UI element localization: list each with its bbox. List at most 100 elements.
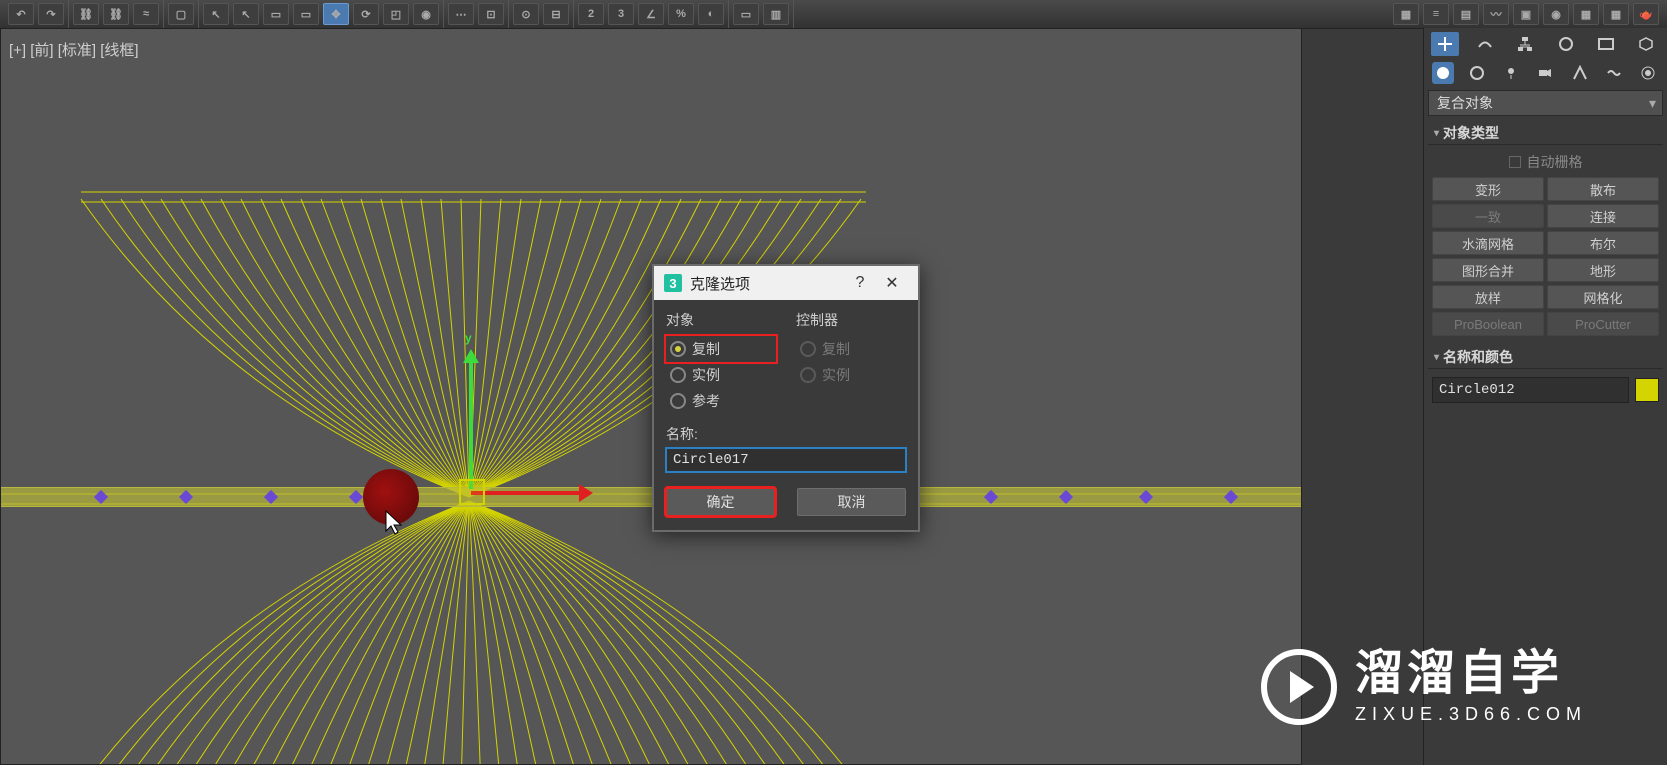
caret-icon: ▾: [1434, 128, 1439, 139]
autogrid-checkbox[interactable]: 自动栅格: [1430, 149, 1661, 175]
tool-manip[interactable]: ⊙: [513, 3, 539, 25]
btn-morph[interactable]: 变形: [1432, 177, 1544, 201]
subcategory-dropdown[interactable]: 复合对象: [1428, 90, 1663, 116]
watermark-url: ZIXUE.3D66.COM: [1355, 704, 1587, 725]
object-section-label: 对象: [666, 310, 776, 330]
tool-bind[interactable]: ≈: [133, 3, 159, 25]
tool-material[interactable]: ◉: [1543, 3, 1569, 25]
snap-percent[interactable]: %: [668, 3, 694, 25]
name-label: 名称:: [666, 424, 906, 444]
tool-rotate[interactable]: ⟳: [353, 3, 379, 25]
snap-2d[interactable]: 2: [578, 3, 604, 25]
tool-mirror[interactable]: ▥: [763, 3, 789, 25]
snap-spinner[interactable]: ◐: [698, 3, 724, 25]
tool-render-setup[interactable]: ▦: [1573, 3, 1599, 25]
checkbox-icon: [1509, 156, 1521, 168]
cursor-arrow-icon: [384, 509, 404, 535]
tool-cursor[interactable]: ↖: [203, 3, 229, 25]
btn-conform[interactable]: 一致: [1432, 204, 1544, 228]
cat-spacewarps[interactable]: [1603, 62, 1625, 84]
tool-render[interactable]: 🫖: [1633, 3, 1659, 25]
viewport-front[interactable]: [+] [前] [标准] [线框]: [0, 28, 1302, 765]
main-toolbar: ↶↷ ⛓⛓≈ ▢ ↖↖▭▭✥⟳◰◉ ⋯⊡ ⊙⊟ 23∠%◐ ▭▥ ▦≡▤〰▣◉▦…: [0, 0, 1667, 29]
tool-scale[interactable]: ◰: [383, 3, 409, 25]
tool-undo[interactable]: ↶: [8, 3, 34, 25]
btn-proboolean[interactable]: ProBoolean: [1432, 312, 1544, 336]
tool-redo[interactable]: ↷: [38, 3, 64, 25]
tool-named-sel[interactable]: ▭: [733, 3, 759, 25]
tool-select[interactable]: ▢: [168, 3, 194, 25]
command-tabs: [1428, 32, 1663, 56]
radio-copy[interactable]: 复制: [664, 334, 778, 364]
btn-terrain[interactable]: 地形: [1547, 258, 1659, 282]
radio-icon: [670, 341, 686, 357]
cat-geometry[interactable]: [1432, 62, 1454, 84]
tab-motion[interactable]: [1552, 32, 1580, 56]
tool-curve[interactable]: 〰: [1483, 3, 1509, 25]
controller-section-label: 控制器: [796, 310, 906, 330]
tool-link[interactable]: ⛓: [73, 3, 99, 25]
btn-mesher[interactable]: 网格化: [1547, 285, 1659, 309]
tool-rect[interactable]: ▭: [263, 3, 289, 25]
wireframe-render: [1, 29, 1301, 764]
dialog-titlebar[interactable]: 3 克隆选项 ? ✕: [654, 266, 918, 300]
help-button[interactable]: ?: [844, 270, 876, 296]
object-color-swatch[interactable]: [1635, 378, 1659, 402]
category-row: [1428, 62, 1663, 84]
dialog-title: 克隆选项: [690, 273, 844, 294]
cat-cameras[interactable]: [1534, 62, 1556, 84]
cat-shapes[interactable]: [1466, 62, 1488, 84]
rollout-object-type: ▾ 对象类型 自动栅格 变形 散布 一致 连接 水滴网格 布尔 图形合并 地形 …: [1428, 122, 1663, 342]
tool-unlink[interactable]: ⛓: [103, 3, 129, 25]
tab-utilities[interactable]: [1632, 32, 1660, 56]
rollout-header[interactable]: ▾ 对象类型: [1428, 122, 1663, 145]
radio-icon: [670, 393, 686, 409]
tab-hierarchy[interactable]: [1511, 32, 1539, 56]
tab-display[interactable]: [1592, 32, 1620, 56]
btn-scatter[interactable]: 散布: [1547, 177, 1659, 201]
radio-icon: [800, 341, 816, 357]
tool-key[interactable]: ⊟: [543, 3, 569, 25]
tool-pivot[interactable]: ⊡: [478, 3, 504, 25]
btn-blobmesh[interactable]: 水滴网格: [1432, 231, 1544, 255]
btn-connect[interactable]: 连接: [1547, 204, 1659, 228]
rollout-header[interactable]: ▾ 名称和颜色: [1428, 346, 1663, 369]
radio-icon: [800, 367, 816, 383]
snap-angle[interactable]: ∠: [638, 3, 664, 25]
tab-modify[interactable]: [1471, 32, 1499, 56]
btn-boolean[interactable]: 布尔: [1547, 231, 1659, 255]
btn-shapemerge[interactable]: 图形合并: [1432, 258, 1544, 282]
snap-3d[interactable]: 3: [608, 3, 634, 25]
tool-layers[interactable]: ≡: [1423, 3, 1449, 25]
tab-create[interactable]: [1431, 32, 1459, 56]
ctrl-radio-instance: 实例: [796, 362, 906, 388]
tool-move[interactable]: ✥: [323, 3, 349, 25]
tool-ribbon[interactable]: ▤: [1453, 3, 1479, 25]
cancel-button[interactable]: 取消: [797, 488, 906, 516]
name-input[interactable]: [666, 448, 906, 472]
object-name-input[interactable]: [1432, 377, 1629, 403]
tool-by-name[interactable]: ↖: [233, 3, 259, 25]
close-button[interactable]: ✕: [876, 270, 908, 296]
radio-instance[interactable]: 实例: [666, 362, 776, 388]
ok-button[interactable]: 确定: [666, 488, 775, 516]
btn-procutter[interactable]: ProCutter: [1547, 312, 1659, 336]
ctrl-radio-copy: 复制: [796, 336, 906, 362]
tool-window[interactable]: ▭: [293, 3, 319, 25]
tool-ref-coord[interactable]: ⋯: [448, 3, 474, 25]
btn-loft[interactable]: 放样: [1432, 285, 1544, 309]
radio-icon: [670, 367, 686, 383]
clone-options-dialog: 3 克隆选项 ? ✕ 对象 复制 实例 参考: [652, 264, 920, 532]
tool-align[interactable]: ▦: [1393, 3, 1419, 25]
tool-render-frame[interactable]: ▦: [1603, 3, 1629, 25]
rollout-name-color: ▾ 名称和颜色: [1428, 346, 1663, 411]
tool-schematic[interactable]: ▣: [1513, 3, 1539, 25]
caret-icon: ▾: [1434, 352, 1439, 363]
tool-placement[interactable]: ◉: [413, 3, 439, 25]
cat-systems[interactable]: [1637, 62, 1659, 84]
cat-helpers[interactable]: [1569, 62, 1591, 84]
radio-reference[interactable]: 参考: [666, 388, 776, 414]
cat-lights[interactable]: [1500, 62, 1522, 84]
watermark: 溜溜自学 ZIXUE.3D66.COM: [1261, 649, 1587, 725]
watermark-title: 溜溜自学: [1355, 650, 1587, 698]
